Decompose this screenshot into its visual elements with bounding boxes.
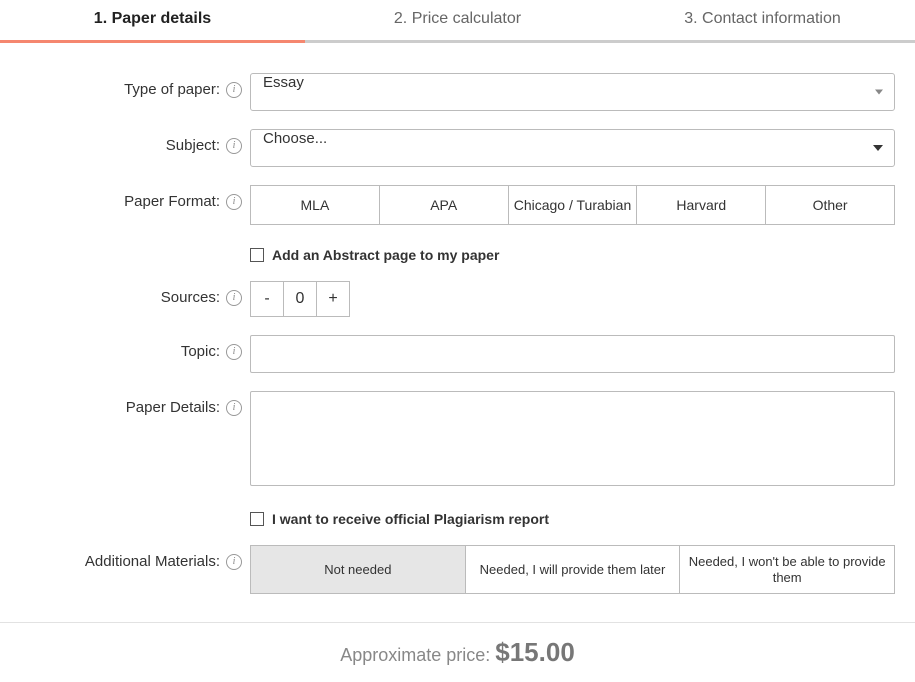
type-of-paper-label: Type of paper: bbox=[124, 81, 220, 98]
approximate-price-value: $15.00 bbox=[495, 637, 575, 667]
info-icon[interactable]: i bbox=[226, 194, 242, 210]
info-icon[interactable]: i bbox=[226, 138, 242, 154]
format-option-apa[interactable]: APA bbox=[379, 185, 509, 225]
materials-option-cannot-provide[interactable]: Needed, I won't be able to provide them bbox=[679, 545, 895, 594]
type-of-paper-select[interactable]: Essay bbox=[250, 73, 895, 111]
info-icon[interactable]: i bbox=[226, 400, 242, 416]
subject-label: Subject: bbox=[166, 137, 220, 154]
approximate-price-label: Approximate price: bbox=[340, 645, 495, 665]
format-option-other[interactable]: Other bbox=[765, 185, 895, 225]
additional-materials-group: Not needed Needed, I will provide them l… bbox=[250, 545, 895, 594]
sources-plus-button[interactable]: + bbox=[316, 281, 350, 317]
paper-format-label: Paper Format: bbox=[124, 193, 220, 210]
plagiarism-checkbox-label: I want to receive official Plagiarism re… bbox=[272, 511, 549, 527]
sources-minus-button[interactable]: - bbox=[250, 281, 284, 317]
format-option-mla[interactable]: MLA bbox=[250, 185, 380, 225]
plagiarism-checkbox[interactable] bbox=[250, 512, 264, 526]
paper-details-label: Paper Details: bbox=[126, 399, 220, 416]
abstract-checkbox-label: Add an Abstract page to my paper bbox=[272, 247, 499, 263]
price-bar: Approximate price: $15.00 bbox=[0, 622, 915, 682]
format-option-harvard[interactable]: Harvard bbox=[636, 185, 766, 225]
format-option-chicago[interactable]: Chicago / Turabian bbox=[508, 185, 638, 225]
sources-stepper: - 0 + bbox=[250, 281, 350, 317]
materials-option-not-needed[interactable]: Not needed bbox=[250, 545, 466, 594]
progress-steps: 1. Paper details 2. Price calculator 3. … bbox=[0, 0, 915, 43]
additional-materials-label: Additional Materials: bbox=[85, 553, 220, 570]
paper-format-group: MLA APA Chicago / Turabian Harvard Other bbox=[250, 185, 895, 225]
info-icon[interactable]: i bbox=[226, 554, 242, 570]
subject-select[interactable]: Choose... bbox=[250, 129, 895, 167]
info-icon[interactable]: i bbox=[226, 344, 242, 360]
step-paper-details[interactable]: 1. Paper details bbox=[0, 0, 305, 40]
step-price-calculator[interactable]: 2. Price calculator bbox=[305, 0, 610, 40]
materials-option-provide-later[interactable]: Needed, I will provide them later bbox=[465, 545, 681, 594]
sources-label: Sources: bbox=[161, 289, 220, 306]
step-underline bbox=[0, 40, 305, 43]
step-contact-information[interactable]: 3. Contact information bbox=[610, 0, 915, 40]
paper-details-form: Type of paper: i Essay Subject: i Choose… bbox=[0, 43, 915, 622]
topic-input[interactable] bbox=[250, 335, 895, 373]
abstract-checkbox[interactable] bbox=[250, 248, 264, 262]
topic-label: Topic: bbox=[181, 343, 220, 360]
paper-details-textarea[interactable] bbox=[250, 391, 895, 486]
info-icon[interactable]: i bbox=[226, 82, 242, 98]
info-icon[interactable]: i bbox=[226, 290, 242, 306]
sources-value: 0 bbox=[283, 281, 317, 317]
